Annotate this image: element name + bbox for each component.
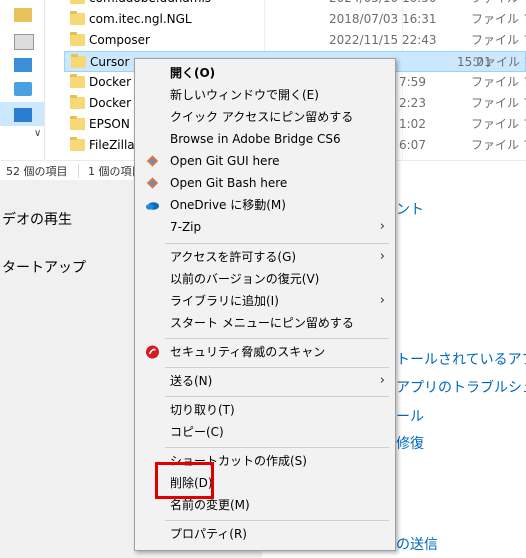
menu-item-open-new-window[interactable]: 新しいウィンドウで開く(E) xyxy=(135,84,395,106)
menu-item-label: 切り取り(T) xyxy=(170,403,235,417)
menu-item-label: 新しいウィンドウで開く(E) xyxy=(170,88,319,102)
file-type: ファイル フォ xyxy=(471,96,526,110)
file-date: 2:23 xyxy=(399,96,426,110)
menu-item-onedrive[interactable]: OneDrive に移動(M) xyxy=(135,194,395,216)
menu-item-label: プロパティ(R) xyxy=(170,527,247,541)
file-name: FileZilla xyxy=(89,138,135,152)
menu-item-copy[interactable]: コピー(C) xyxy=(135,421,395,443)
file-type: ファイル フォ xyxy=(471,138,526,152)
menu-item-pin-start[interactable]: スタート メニューにピン留めする xyxy=(135,312,395,334)
settings-link[interactable]: アプリのトラブルシュー xyxy=(396,377,526,397)
status-separator xyxy=(78,164,79,178)
menu-item-label: Open Git Bash here xyxy=(170,176,288,190)
menu-item-add-library[interactable]: ライブラリに追加(I) › xyxy=(135,290,395,312)
file-type: ファイル フォ xyxy=(472,55,526,69)
folder-icon xyxy=(71,54,86,68)
file-name: com.itec.ngl.NGL xyxy=(89,12,192,26)
chevron-right-icon: › xyxy=(379,373,385,388)
menu-item-label: 7-Zip xyxy=(170,220,202,234)
menu-item-label: クイック アクセスにピン留めする xyxy=(170,110,354,124)
item-count: 52 個の項目 xyxy=(6,165,68,178)
file-date: 1:02 xyxy=(399,117,426,131)
file-type: ファイル フォ xyxy=(471,75,526,89)
folder-icon xyxy=(70,95,85,109)
file-name: Cursor xyxy=(90,55,130,69)
menu-separator xyxy=(165,338,389,339)
menu-item-label: ライブラリに追加(I) xyxy=(170,294,279,308)
menu-item-security-scan[interactable]: セキュリティ脅威のスキャン xyxy=(135,341,395,363)
file-date: 2022/11/15 22:43 xyxy=(329,33,437,47)
folder-icon xyxy=(70,11,85,25)
desktop-icon[interactable] xyxy=(14,82,32,96)
menu-separator xyxy=(165,447,389,448)
file-name: EPSON xyxy=(89,117,130,131)
settings-link[interactable]: の送信 xyxy=(396,534,438,554)
folder-icon xyxy=(70,74,85,88)
menu-separator xyxy=(165,243,389,244)
drive-icon[interactable] xyxy=(14,34,34,50)
file-type: ファイル フォ xyxy=(471,33,526,47)
menu-item-label: コピー(C) xyxy=(170,425,224,439)
menu-item-grant-access[interactable]: アクセスを許可する(G) › xyxy=(135,246,395,268)
menu-item-label: Browse in Adobe Bridge CS6 xyxy=(170,132,341,146)
settings-nav-item[interactable]: タートアップ xyxy=(2,257,86,277)
menu-item-label: セキュリティ脅威のスキャン xyxy=(170,345,326,359)
menu-item-label: スタート メニューにピン留めする xyxy=(170,316,354,330)
menu-separator xyxy=(165,520,389,521)
menu-item-label: 以前のバージョンの復元(V) xyxy=(170,272,320,286)
download-icon[interactable] xyxy=(14,108,32,122)
menu-separator xyxy=(165,367,389,368)
chevron-right-icon: › xyxy=(379,293,385,308)
file-name: com.adobe.dunamis xyxy=(89,0,211,9)
menu-item-7zip[interactable]: 7-Zip › xyxy=(135,216,395,238)
file-name: Docker xyxy=(89,75,132,89)
chevron-right-icon: › xyxy=(379,219,385,234)
menu-item-git-bash[interactable]: Open Git Bash here xyxy=(135,172,395,194)
file-name: Composer xyxy=(89,33,150,47)
onedrive-cloud-icon xyxy=(145,202,160,210)
git-icon xyxy=(146,177,159,189)
menu-item-browse-bridge[interactable]: Browse in Adobe Bridge CS6 xyxy=(135,128,395,150)
file-row[interactable]: com.itec.ngl.NGL 2018/07/03 16:31 ファイル フ… xyxy=(64,9,526,30)
file-row[interactable]: com.adobe.dunamis 2024/05/10 10:50 ファイル … xyxy=(64,0,526,9)
file-date: 7:59 xyxy=(399,75,426,89)
navigation-pane: ∨ xyxy=(0,0,45,160)
folder-icon xyxy=(70,32,85,46)
menu-item-open[interactable]: 開く(O) xyxy=(135,62,395,84)
menu-item-label: OneDrive に移動(M) xyxy=(170,198,286,212)
menu-item-restore-versions[interactable]: 以前のバージョンの復元(V) xyxy=(135,268,395,290)
folder-icon[interactable] xyxy=(14,8,32,22)
chevron-right-icon: › xyxy=(379,249,385,264)
menu-item-git-gui[interactable]: Open Git GUI here xyxy=(135,150,395,172)
file-date: 2024/05/10 10:50 xyxy=(329,0,437,9)
menu-item-cut[interactable]: 切り取り(T) xyxy=(135,399,395,421)
settings-nav-item[interactable]: デオの再生 xyxy=(2,209,72,229)
file-date: 2018/07/03 16:31 xyxy=(329,12,437,26)
menu-item-label: アクセスを許可する(G) xyxy=(170,250,297,264)
chevron-down-icon[interactable]: ∨ xyxy=(34,128,41,139)
menu-item-label: Open Git GUI here xyxy=(170,154,280,168)
folder-icon xyxy=(70,116,85,130)
file-type: ファイル フォ xyxy=(471,0,526,9)
settings-link[interactable]: 修復 xyxy=(396,433,424,453)
file-type: ファイル フォ xyxy=(471,117,526,131)
file-row[interactable]: Composer 2022/11/15 22:43 ファイル フォ xyxy=(64,30,526,51)
menu-item-pin-quick-access[interactable]: クイック アクセスにピン留めする xyxy=(135,106,395,128)
folder-icon xyxy=(70,0,85,4)
security-scan-icon xyxy=(146,345,159,359)
menu-item-label: 送る(N) xyxy=(170,374,213,388)
folder-icon xyxy=(70,137,85,151)
settings-link[interactable]: トールされているアプリ xyxy=(396,349,526,369)
file-type: ファイル フォ xyxy=(471,12,526,26)
delete-highlight-box xyxy=(155,462,214,499)
settings-link[interactable]: ント xyxy=(396,199,424,219)
menu-separator xyxy=(165,396,389,397)
settings-link[interactable]: ール xyxy=(396,406,424,426)
git-icon xyxy=(146,155,159,167)
menu-item-label: 開く(O) xyxy=(170,66,216,80)
menu-item-send-to[interactable]: 送る(N) › xyxy=(135,370,395,392)
pc-icon[interactable] xyxy=(14,58,32,72)
menu-item-properties[interactable]: プロパティ(R) xyxy=(135,523,395,545)
file-date: 6:07 xyxy=(399,138,426,152)
